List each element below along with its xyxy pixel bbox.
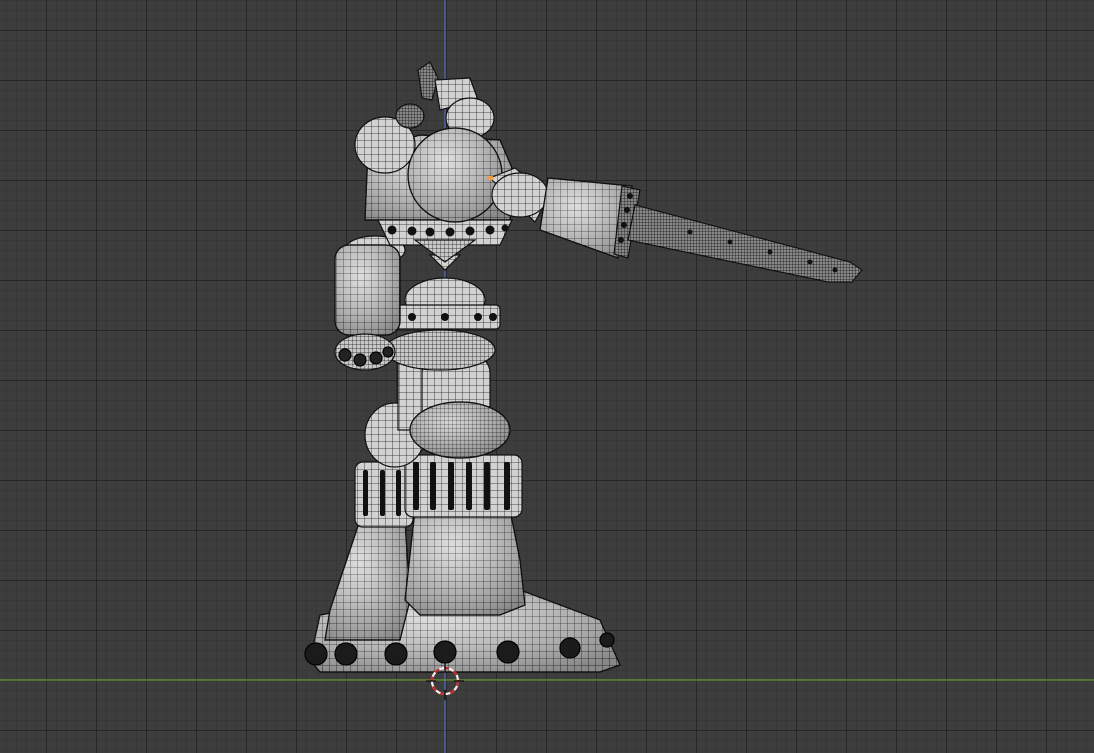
viewport-scene[interactable] <box>0 0 1094 753</box>
left-arm[interactable] <box>334 235 406 336</box>
right-sword-blade[interactable] <box>627 204 863 283</box>
left-hand[interactable] <box>334 333 396 371</box>
robot-mesh[interactable] <box>304 61 863 673</box>
left-lower-leg[interactable] <box>324 519 411 641</box>
right-forearm[interactable] <box>539 177 641 259</box>
left-knee-band[interactable] <box>354 461 414 528</box>
right-knee-band[interactable] <box>404 454 523 518</box>
right-lower-leg[interactable] <box>404 509 526 616</box>
right-thigh[interactable] <box>409 354 511 459</box>
3d-viewport[interactable] <box>0 0 1094 753</box>
right-shoulder[interactable] <box>407 127 503 223</box>
selected-vertex[interactable] <box>488 175 494 181</box>
